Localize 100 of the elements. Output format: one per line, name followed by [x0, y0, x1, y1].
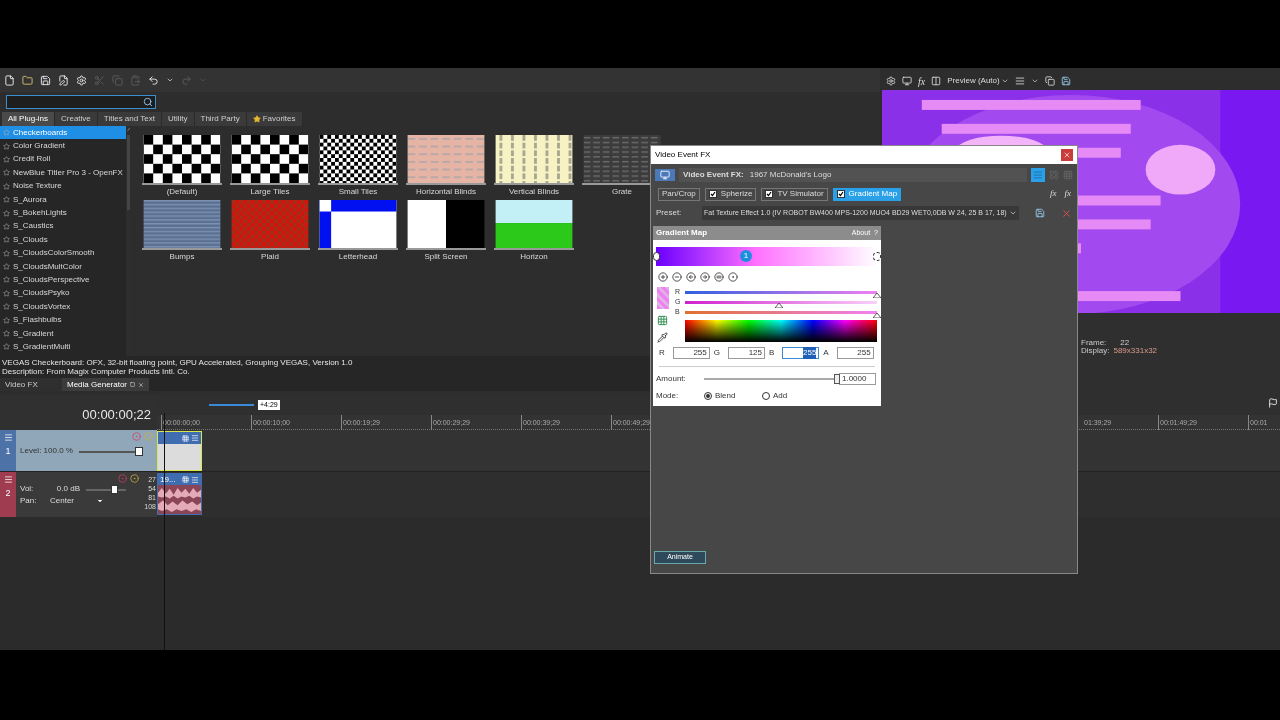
preset-thumbnail[interactable] — [406, 135, 486, 185]
star-icon[interactable] — [3, 330, 10, 338]
menu-icon[interactable] — [191, 475, 199, 484]
star-icon[interactable] — [3, 182, 10, 190]
checkbox[interactable] — [708, 190, 717, 198]
menu-icon[interactable] — [3, 475, 13, 484]
overlays-icon[interactable] — [1014, 76, 1025, 86]
preview-quality-dropdown[interactable]: Preview (Auto) — [947, 75, 1009, 87]
remove-fx-icon[interactable]: fx — [1064, 187, 1071, 201]
star-icon[interactable] — [3, 196, 10, 204]
save-icon[interactable] — [1035, 208, 1045, 218]
star-icon[interactable] — [3, 222, 10, 230]
color-value-field[interactable]: 255 — [782, 347, 820, 359]
preset-thumbnail[interactable] — [318, 200, 398, 250]
preset-thumbnail[interactable] — [406, 200, 486, 250]
monitor-icon[interactable] — [902, 76, 912, 86]
preset-thumbnail[interactable] — [230, 200, 310, 250]
plugin-item[interactable]: S_CloudsPsyko — [0, 286, 126, 301]
slider-thumb[interactable] — [110, 484, 118, 494]
mode-radio[interactable]: Blend — [704, 390, 762, 402]
eyedropper-icon[interactable] — [657, 332, 668, 343]
close-button[interactable] — [1061, 149, 1073, 161]
gradient-stop-icon[interactable] — [653, 252, 660, 261]
preset-thumbnail[interactable] — [494, 200, 574, 250]
fx-chain-item[interactable]: Spherize — [704, 187, 757, 201]
settings-icon[interactable] — [76, 74, 87, 86]
star-icon[interactable] — [3, 276, 10, 284]
distribute-icon[interactable] — [714, 272, 724, 282]
star-icon[interactable] — [3, 249, 10, 257]
slider-thumb[interactable] — [775, 302, 784, 308]
color-value-field[interactable]: 255 — [672, 347, 710, 359]
plugin-item[interactable]: Noise Texture — [0, 179, 126, 193]
category-tab[interactable]: Utility — [161, 112, 195, 126]
star-icon[interactable] — [3, 142, 10, 150]
preset-thumbnail[interactable] — [142, 200, 222, 250]
file-icon[interactable] — [4, 74, 15, 86]
undo-icon[interactable] — [148, 74, 159, 86]
category-tab[interactable]: Creative — [55, 112, 98, 126]
plugin-item[interactable]: S_CloudsPerspective — [0, 273, 126, 287]
remove-stop-icon[interactable] — [672, 272, 682, 282]
plugin-item[interactable]: Color Gradient — [0, 139, 126, 153]
plugin-item[interactable]: S_Flashbulbs — [0, 313, 126, 327]
add-stop-icon[interactable] — [658, 272, 668, 282]
slider-thumb[interactable] — [873, 312, 881, 318]
plugin-item[interactable]: S_CloudsMultColor — [0, 259, 126, 274]
scroll-up-icon[interactable] — [125, 126, 130, 133]
copy-icon[interactable] — [1044, 76, 1055, 86]
plugin-item[interactable]: S_Gradient — [0, 326, 126, 341]
star-icon[interactable] — [3, 155, 10, 163]
solo-icon[interactable] — [130, 474, 139, 483]
checkbox[interactable] — [836, 190, 845, 198]
checkbox[interactable] — [765, 190, 774, 198]
next-stop-icon[interactable] — [700, 272, 710, 282]
star-icon[interactable] — [3, 236, 10, 244]
edit-file-icon[interactable] — [58, 74, 69, 86]
color-swatch[interactable] — [657, 287, 669, 309]
menu-icon[interactable] — [3, 433, 13, 442]
volume-slider[interactable] — [86, 484, 126, 494]
menu-icon[interactable] — [191, 434, 199, 442]
palette-icon[interactable] — [657, 315, 668, 326]
plugin-item[interactable]: Credit Roll — [0, 152, 126, 167]
star-icon[interactable] — [3, 303, 10, 311]
save-icon[interactable] — [1060, 76, 1071, 86]
amount-slider[interactable] — [704, 374, 837, 384]
preset-thumbnail[interactable] — [318, 135, 398, 185]
star-icon[interactable] — [3, 289, 10, 297]
category-tab[interactable]: Titles and Text — [97, 112, 162, 126]
plugin-item[interactable]: S_BokehLights — [0, 206, 126, 220]
preset-thumbnail[interactable] — [230, 135, 310, 185]
slider-thumb[interactable] — [834, 374, 840, 384]
preset-thumbnail[interactable] — [142, 135, 222, 185]
folder-icon[interactable] — [22, 74, 33, 86]
caret-icon[interactable] — [1030, 77, 1039, 85]
video-track-header[interactable]: 1 Level: 100.0 % — [0, 430, 157, 472]
plugin-item[interactable]: S_GradientMulti — [0, 340, 126, 354]
fx-chain-item[interactable]: TV Simulator — [761, 187, 828, 201]
scrollbar[interactable] — [125, 126, 130, 356]
video-clip[interactable] — [157, 431, 202, 471]
slider-thumb[interactable] — [873, 292, 881, 298]
fx-chain-item[interactable]: Pan/Crop — [658, 187, 700, 201]
plugin-item[interactable]: S_CloudsColorSmooth — [0, 246, 126, 260]
star-icon[interactable] — [3, 263, 10, 271]
search-icon[interactable] — [143, 97, 153, 107]
color-value-field[interactable]: 125 — [728, 347, 765, 359]
color-spectrum[interactable] — [685, 320, 877, 342]
color-value-field[interactable]: 255 — [836, 347, 874, 359]
plugin-item[interactable]: S_CloudsVortex — [0, 300, 126, 314]
category-tab[interactable]: All Plug-ins — [2, 112, 55, 126]
undock-icon[interactable] — [130, 381, 136, 388]
plugin-item[interactable]: NewBlue Titler Pro 3 - OpenFX — [0, 166, 126, 180]
star-icon[interactable] — [3, 316, 10, 324]
settings-icon[interactable] — [886, 76, 896, 86]
delete-icon[interactable] — [1061, 207, 1072, 219]
amount-field[interactable]: 1.0000 — [839, 373, 876, 385]
plugin-item[interactable]: S_Clouds — [0, 233, 126, 247]
fx-icon[interactable]: fx — [918, 73, 926, 89]
flag-icon[interactable] — [1268, 398, 1278, 408]
star-icon[interactable] — [3, 129, 10, 137]
search-field[interactable] — [6, 95, 156, 109]
close-icon[interactable] — [138, 380, 144, 389]
